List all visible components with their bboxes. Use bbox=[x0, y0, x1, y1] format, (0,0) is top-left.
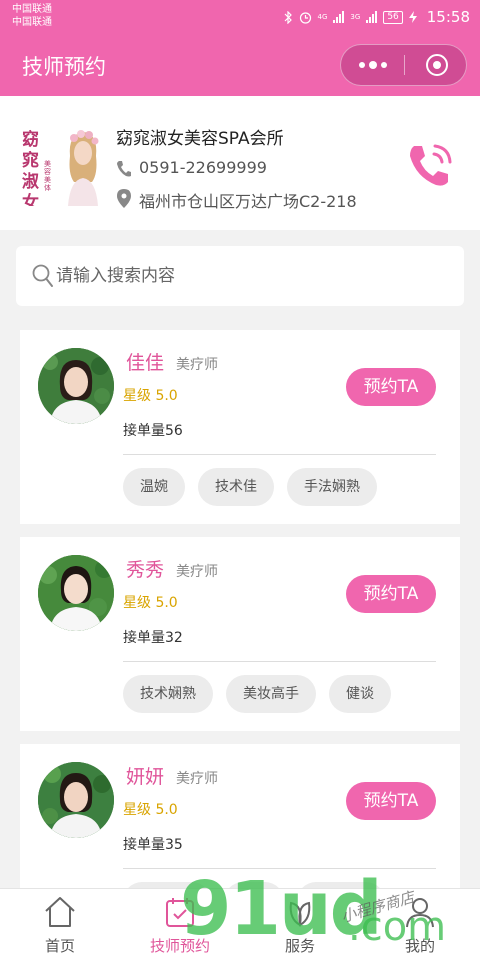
location-pin-icon bbox=[117, 189, 131, 208]
technician-tags: 技术娴熟 美妆高手 健谈 bbox=[123, 675, 391, 713]
status-bar: 中国联通 中国联通 4G 3G 56 15:58 bbox=[0, 0, 480, 34]
search-icon bbox=[32, 264, 53, 287]
shop-address: 福州市仓山区万达广场C2-218 bbox=[139, 192, 357, 211]
shop-info-card: 窈窕淑女 美容美体 窈窕淑女美容SPA会所 0591-22699999 福州市仓… bbox=[0, 96, 480, 230]
more-menu-button[interactable] bbox=[341, 45, 404, 85]
technician-role: 美疗师 bbox=[176, 564, 218, 580]
signal-icon-2 bbox=[366, 11, 378, 23]
clock-time: 15:58 bbox=[426, 8, 470, 26]
logo-portrait-image bbox=[62, 126, 102, 206]
call-icon[interactable] bbox=[404, 140, 456, 192]
technician-tag: 温婉 bbox=[123, 468, 185, 506]
phone-icon bbox=[117, 161, 131, 177]
card-divider bbox=[123, 454, 436, 455]
technician-name: 妍妍 bbox=[126, 766, 165, 788]
tab-label: 首页 bbox=[44, 937, 75, 955]
technician-tag: 健谈 bbox=[329, 675, 391, 713]
technician-rating: 星级 5.0 bbox=[123, 802, 178, 818]
network-4g-label: 4G bbox=[317, 13, 328, 21]
technician-tag: 技术娴熟 bbox=[123, 675, 213, 713]
shop-name: 窈窕淑女美容SPA会所 bbox=[116, 129, 284, 149]
technician-avatar[interactable] bbox=[38, 348, 114, 424]
search-bar[interactable] bbox=[16, 246, 464, 306]
status-icons: 4G 3G 56 15:58 bbox=[284, 8, 470, 26]
alarm-icon bbox=[299, 11, 311, 24]
charging-icon bbox=[408, 11, 417, 23]
signal-icon bbox=[333, 11, 345, 23]
carrier-label-1: 中国联通 bbox=[12, 4, 52, 15]
technician-order-count: 接单量56 bbox=[123, 423, 183, 439]
close-mini-program-button[interactable] bbox=[426, 54, 448, 76]
technician-card: 佳佳 美疗师 星级 5.0 接单量56 预约TA 温婉 技术佳 手法娴熟 bbox=[20, 330, 460, 524]
technician-role: 美疗师 bbox=[176, 771, 218, 787]
bluetooth-icon bbox=[284, 10, 292, 24]
technician-role: 美疗师 bbox=[176, 357, 218, 373]
technician-tag: 技术佳 bbox=[198, 468, 274, 506]
shop-phone-number[interactable]: 0591-22699999 bbox=[139, 158, 267, 177]
technician-tag: 手法娴熟 bbox=[287, 468, 377, 506]
technician-order-count: 接单量35 bbox=[123, 837, 183, 853]
carrier-label-2: 中国联通 bbox=[12, 17, 52, 28]
technician-name: 佳佳 bbox=[126, 352, 165, 374]
technician-order-count: 接单量32 bbox=[123, 630, 183, 646]
technician-card: 秀秀 美疗师 星级 5.0 接单量32 预约TA 技术娴熟 美妆高手 健谈 bbox=[20, 537, 460, 731]
technician-rating: 星级 5.0 bbox=[123, 388, 178, 404]
tab-home[interactable]: 首页 bbox=[0, 889, 120, 960]
book-technician-button[interactable]: 预约TA bbox=[346, 368, 436, 406]
technician-tag: 美妆高手 bbox=[226, 675, 316, 713]
page-title: 技师预约 bbox=[22, 55, 106, 79]
card-divider bbox=[123, 661, 436, 662]
technician-tags: 温婉 技术佳 手法娴熟 bbox=[123, 468, 377, 506]
book-technician-button[interactable]: 预约TA bbox=[346, 782, 436, 820]
capsule-divider bbox=[404, 55, 405, 75]
battery-level: 56 bbox=[383, 10, 403, 24]
technician-avatar[interactable] bbox=[38, 555, 114, 631]
search-input[interactable] bbox=[56, 260, 446, 292]
logo-text: 窈窕淑女 bbox=[22, 130, 39, 206]
technician-name: 秀秀 bbox=[126, 559, 165, 581]
logo-subtext: 美容美体 bbox=[44, 160, 51, 192]
book-technician-button[interactable]: 预约TA bbox=[346, 575, 436, 613]
shop-logo: 窈窕淑女 美容美体 bbox=[20, 126, 102, 206]
network-3g-label: 3G bbox=[350, 13, 361, 21]
navigation-bar: 技师预约 bbox=[0, 34, 480, 96]
home-icon bbox=[45, 897, 75, 927]
technician-avatar[interactable] bbox=[38, 762, 114, 838]
technician-rating: 星级 5.0 bbox=[123, 595, 178, 611]
mini-program-capsule bbox=[340, 44, 467, 86]
